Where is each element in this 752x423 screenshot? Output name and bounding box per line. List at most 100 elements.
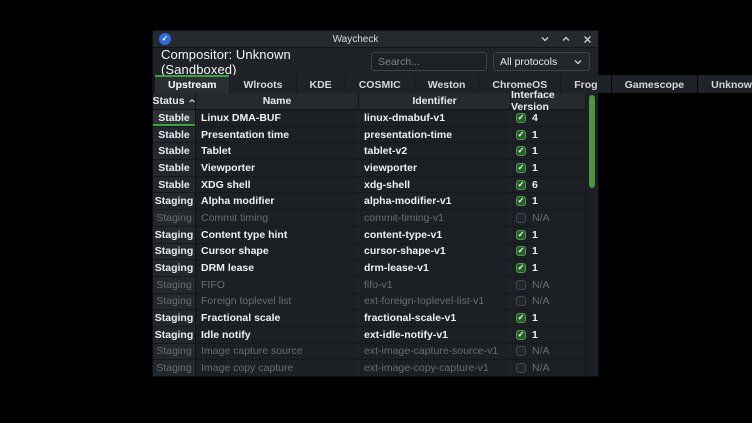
identifier-cell: ext-image-copy-capture-v1 — [359, 360, 511, 376]
protocol-filter-dropdown[interactable]: All protocols — [493, 52, 590, 71]
identifier-cell: viewporter — [359, 160, 511, 176]
name-cell: DRM lease — [196, 260, 359, 276]
version-value: 6 — [532, 179, 538, 191]
vertical-scrollbar[interactable] — [585, 93, 598, 376]
name-cell: Tablet — [196, 143, 359, 159]
version-cell: N/A — [511, 360, 585, 376]
checked-checkbox-icon: ✓ — [516, 146, 526, 156]
tab-unknown[interactable]: Unknown — [698, 75, 752, 93]
status-cell: Staging — [153, 227, 196, 243]
tab-weston[interactable]: Weston — [415, 75, 479, 93]
table-row[interactable]: Staging Fractional scale fractional-scal… — [153, 310, 585, 327]
protocol-filter-value: All protocols — [500, 56, 573, 68]
version-value: 1 — [532, 312, 538, 324]
name-cell: Image copy capture — [196, 360, 359, 376]
compositor-label: Compositor: Unknown (Sandboxed) — [161, 47, 365, 77]
version-cell: ✓ 6 — [511, 177, 585, 193]
name-cell: Presentation time — [196, 127, 359, 143]
column-header-status[interactable]: Status — [153, 93, 196, 109]
unchecked-checkbox-icon — [516, 213, 526, 223]
name-cell: XDG shell — [196, 177, 359, 193]
status-cell: Staging — [153, 294, 196, 310]
version-value: 1 — [532, 145, 538, 157]
table-row[interactable]: Staging Image capture source ext-image-c… — [153, 344, 585, 361]
identifier-cell: content-type-v1 — [359, 227, 511, 243]
table-row[interactable]: Staging Foreign toplevel list ext-foreig… — [153, 294, 585, 311]
table-row[interactable]: Staging Content type hint content-type-v… — [153, 227, 585, 244]
version-value: 4 — [532, 112, 538, 124]
checked-checkbox-icon: ✓ — [516, 130, 526, 140]
tab-cosmic[interactable]: COSMIC — [346, 75, 414, 93]
table-row[interactable]: Staging FIFO fifo-v1 N/A — [153, 277, 585, 294]
table-row[interactable]: Staging Commit timing commit-timing-v1 N… — [153, 210, 585, 227]
version-cell: ✓ 4 — [511, 110, 585, 126]
chevron-down-icon — [573, 57, 583, 67]
status-cell: Staging — [153, 310, 196, 326]
waycheck-window: ✓ Waycheck Compositor: Unknown (Sandboxe… — [152, 30, 599, 377]
tab-gamescope[interactable]: Gamescope — [612, 75, 698, 93]
status-cell: Staging — [153, 360, 196, 376]
version-cell: N/A — [511, 210, 585, 226]
checked-checkbox-icon: ✓ — [516, 263, 526, 273]
status-cell: Staging — [153, 210, 196, 226]
version-value: 1 — [532, 162, 538, 174]
version-cell: N/A — [511, 277, 585, 293]
version-cell: ✓ 1 — [511, 310, 585, 326]
maximize-icon[interactable] — [561, 34, 571, 44]
table-row[interactable]: Staging Cursor shape cursor-shape-v1 ✓ 1 — [153, 244, 585, 261]
scrollbar-thumb[interactable] — [589, 95, 595, 188]
column-header-interface-version[interactable]: Interface Version — [511, 93, 585, 109]
tab-upstream[interactable]: Upstream — [155, 75, 229, 93]
name-cell: Image capture source — [196, 344, 359, 360]
tab-kde[interactable]: KDE — [297, 75, 345, 93]
table-row[interactable]: Staging Alpha modifier alpha-modifier-v1… — [153, 193, 585, 210]
titlebar[interactable]: ✓ Waycheck — [153, 31, 598, 48]
table-row[interactable]: Staging DRM lease drm-lease-v1 ✓ 1 — [153, 260, 585, 277]
version-value: 1 — [532, 129, 538, 141]
column-header-name[interactable]: Name — [196, 93, 359, 109]
unchecked-checkbox-icon — [516, 363, 526, 373]
version-cell: ✓ 1 — [511, 160, 585, 176]
tab-wlroots[interactable]: Wlroots — [230, 75, 295, 93]
checked-checkbox-icon: ✓ — [516, 113, 526, 123]
identifier-cell: linux-dmabuf-v1 — [359, 110, 511, 126]
name-cell: Viewporter — [196, 160, 359, 176]
search-input[interactable] — [371, 52, 487, 71]
status-cell: Staging — [153, 193, 196, 209]
identifier-cell: ext-idle-notify-v1 — [359, 327, 511, 343]
table-row[interactable]: Stable Tablet tablet-v2 ✓ 1 — [153, 143, 585, 160]
name-cell: Idle notify — [196, 327, 359, 343]
identifier-cell: alpha-modifier-v1 — [359, 193, 511, 209]
unchecked-checkbox-icon — [516, 296, 526, 306]
table-row[interactable]: Stable Linux DMA-BUF linux-dmabuf-v1 ✓ 4 — [153, 110, 585, 127]
close-icon[interactable] — [582, 34, 592, 44]
checked-checkbox-icon: ✓ — [516, 196, 526, 206]
minimize-icon[interactable] — [540, 34, 550, 44]
name-cell: Alpha modifier — [196, 193, 359, 209]
table-row[interactable]: Stable Presentation time presentation-ti… — [153, 127, 585, 144]
checked-checkbox-icon: ✓ — [516, 246, 526, 256]
version-value: N/A — [532, 212, 550, 224]
identifier-cell: ext-image-capture-source-v1 — [359, 344, 511, 360]
table-row[interactable]: Stable XDG shell xdg-shell ✓ 6 — [153, 177, 585, 194]
version-cell: N/A — [511, 294, 585, 310]
identifier-cell: tablet-v2 — [359, 143, 511, 159]
name-cell: Commit timing — [196, 210, 359, 226]
identifier-cell: presentation-time — [359, 127, 511, 143]
table-row[interactable]: Staging Image copy capture ext-image-cop… — [153, 360, 585, 376]
version-value: 1 — [532, 329, 538, 341]
checked-checkbox-icon: ✓ — [516, 313, 526, 323]
version-cell: ✓ 1 — [511, 244, 585, 260]
version-cell: ✓ 1 — [511, 227, 585, 243]
name-cell: FIFO — [196, 277, 359, 293]
version-value: 1 — [532, 229, 538, 241]
status-cell: Stable — [153, 127, 196, 143]
version-cell: N/A — [511, 344, 585, 360]
version-cell: ✓ 1 — [511, 327, 585, 343]
table-row[interactable]: Stable Viewporter viewporter ✓ 1 — [153, 160, 585, 177]
column-header-identifier[interactable]: Identifier — [359, 93, 511, 109]
waycheck-app-icon: ✓ — [159, 33, 171, 45]
table-row[interactable]: Staging Idle notify ext-idle-notify-v1 ✓… — [153, 327, 585, 344]
identifier-cell: fractional-scale-v1 — [359, 310, 511, 326]
version-value: N/A — [532, 295, 550, 307]
